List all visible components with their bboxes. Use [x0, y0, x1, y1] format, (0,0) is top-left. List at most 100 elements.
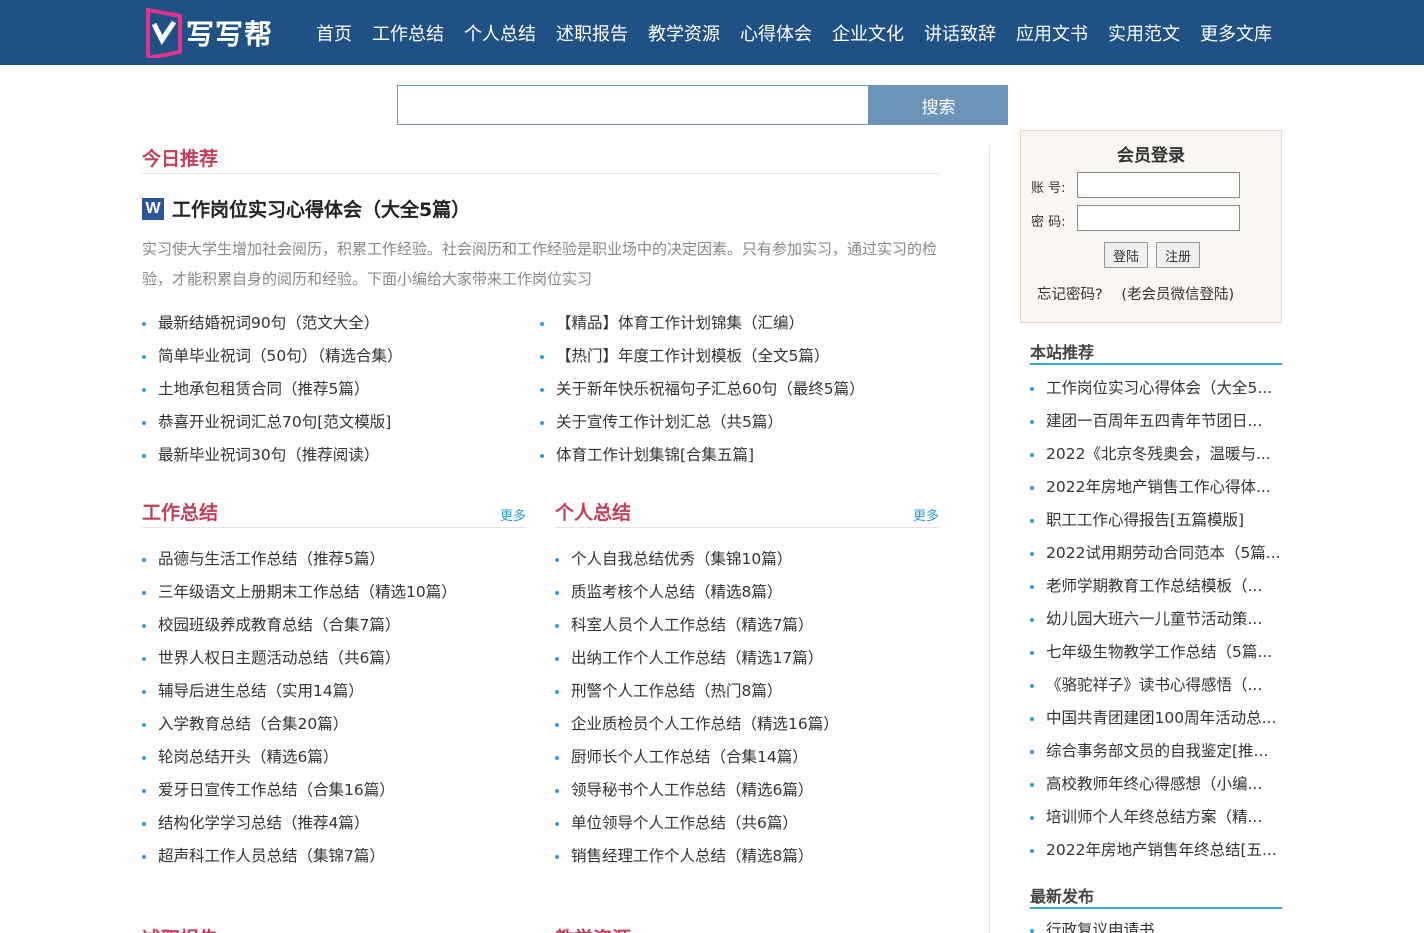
nav-work-summary[interactable]: 工作总结: [372, 20, 444, 46]
list-item[interactable]: 简单毕业祝词（50句）（精选合集）: [142, 340, 532, 373]
work-summary-title[interactable]: 工作总结: [142, 498, 218, 525]
list-item[interactable]: 三年级语文上册期末工作总结（精选10篇）: [142, 576, 526, 609]
site-recommend-list: 工作岗位实习心得体会（大全5... 建团一百周年五四青年节团日... 2022《…: [1030, 372, 1282, 867]
list-item[interactable]: 超声科工作人员总结（集锦7篇）: [142, 840, 526, 873]
list-item[interactable]: 爱牙日宣传工作总结（合集16篇）: [142, 774, 526, 807]
site-recommend-title: 本站推荐: [1030, 343, 1095, 362]
personal-summary-list: 个人自我总结优秀（集锦10篇） 质监考核个人总结（精选8篇） 科室人员个人工作总…: [555, 543, 939, 873]
list-item[interactable]: 出纳工作个人工作总结（精选17篇）: [555, 642, 939, 675]
today-header: 今日推荐: [142, 138, 939, 174]
featured-article[interactable]: W 工作岗位实习心得体会（大全5篇）: [142, 195, 470, 222]
account-input[interactable]: [1077, 172, 1240, 198]
site-logo[interactable]: 写写帮: [146, 6, 291, 59]
list-item[interactable]: 辅导后进生总结（实用14篇）: [142, 675, 526, 708]
list-item[interactable]: 个人自我总结优秀（集锦10篇）: [555, 543, 939, 576]
teaching-title[interactable]: 教学资源: [555, 924, 631, 933]
search-button[interactable]: 搜索: [869, 85, 1008, 125]
list-item[interactable]: 幼儿园大班六一儿童节活动策...: [1030, 603, 1282, 636]
list-item[interactable]: 2022年房地产销售工作心得体...: [1030, 471, 1282, 504]
list-item[interactable]: 关于新年快乐祝福句子汇总60句（最终5篇）: [540, 373, 939, 406]
list-item[interactable]: 行政复议申请书: [1030, 914, 1282, 933]
work-summary-more-link[interactable]: 更多: [500, 505, 526, 524]
list-item[interactable]: 结构化学学习总结（推荐4篇）: [142, 807, 526, 840]
personal-summary-more-link[interactable]: 更多: [913, 505, 939, 524]
list-item[interactable]: 入学教育总结（合集20篇）: [142, 708, 526, 741]
list-item[interactable]: 2022年房地产销售年终总结[五...: [1030, 834, 1282, 867]
list-item[interactable]: 品德与生活工作总结（推荐5篇）: [142, 543, 526, 576]
nav-documents[interactable]: 应用文书: [1016, 20, 1088, 46]
list-item[interactable]: 最新毕业祝词30句（推荐阅读）: [142, 439, 532, 472]
list-item[interactable]: 2022试用期劳动合同范本（5篇...: [1030, 537, 1282, 570]
nav-teaching[interactable]: 教学资源: [648, 20, 720, 46]
list-item[interactable]: 土地承包租赁合同（推荐5篇）: [142, 373, 532, 406]
nav-home[interactable]: 首页: [316, 20, 352, 46]
list-item[interactable]: 高校教师年终心得感想（小编...: [1030, 768, 1282, 801]
list-item[interactable]: 工作岗位实习心得体会（大全5...: [1030, 372, 1282, 405]
list-item[interactable]: 综合事务部文员的自我鉴定[推...: [1030, 735, 1282, 768]
list-item[interactable]: 世界人权日主题活动总结（共6篇）: [142, 642, 526, 675]
featured-title[interactable]: 工作岗位实习心得体会（大全5篇）: [172, 195, 470, 222]
list-item[interactable]: 老师学期教育工作总结模板（...: [1030, 570, 1282, 603]
today-list-right: 【精品】体育工作计划锦集（汇编） 【热门】年度工作计划模板（全文5篇） 关于新年…: [540, 307, 939, 472]
personal-summary-header: 个人总结 更多: [555, 492, 939, 528]
work-summary-section: 工作总结 更多 品德与生活工作总结（推荐5篇） 三年级语文上册期末工作总结（精选…: [142, 492, 526, 873]
list-item[interactable]: 七年级生物教学工作总结（5篇...: [1030, 636, 1282, 669]
register-button[interactable]: 注册: [1156, 242, 1200, 268]
main-nav: 首页 工作总结 个人总结 述职报告 教学资源 心得体会 企业文化 讲话致辞 应用…: [306, 0, 1282, 65]
personal-summary-section: 个人总结 更多 个人自我总结优秀（集锦10篇） 质监考核个人总结（精选8篇） 科…: [555, 492, 939, 873]
list-item[interactable]: 关于宣传工作计划汇总（共5篇）: [540, 406, 939, 439]
list-item[interactable]: 厨师长个人工作总结（合集14篇）: [555, 741, 939, 774]
today-list-left: 最新结婚祝词90句（范文大全） 简单毕业祝词（50句）（精选合集） 土地承包租赁…: [142, 307, 532, 472]
latest-header: 最新发布: [1030, 881, 1282, 909]
nav-duty-report[interactable]: 述职报告: [556, 20, 628, 46]
login-title: 会员登录: [1117, 146, 1185, 166]
main-content: 今日推荐 W 工作岗位实习心得体会（大全5篇） 实习使大学生增加社会阅历，积累工…: [142, 138, 939, 933]
list-item[interactable]: 校园班级养成教育总结（合集7篇）: [142, 609, 526, 642]
logo-icon: [146, 7, 182, 58]
list-item[interactable]: 科室人员个人工作总结（精选7篇）: [555, 609, 939, 642]
search-input[interactable]: [397, 85, 869, 125]
list-item[interactable]: 质监考核个人总结（精选8篇）: [555, 576, 939, 609]
site-recommend-header: 本站推荐: [1030, 337, 1282, 365]
list-item[interactable]: 培训师个人年终总结方案（精...: [1030, 801, 1282, 834]
nav-experience[interactable]: 心得体会: [740, 20, 812, 46]
list-item[interactable]: 【精品】体育工作计划锦集（汇编）: [540, 307, 939, 340]
wechat-login-link[interactable]: (老会员微信登陆): [1121, 287, 1234, 303]
password-label: 密 码:: [1031, 215, 1066, 230]
list-item[interactable]: 【热门】年度工作计划模板（全文5篇）: [540, 340, 939, 373]
list-item[interactable]: 恭喜开业祝词汇总70句[范文模版]: [142, 406, 532, 439]
list-item[interactable]: 销售经理工作个人总结（精选8篇）: [555, 840, 939, 873]
list-item[interactable]: 中国共青团建团100周年活动总...: [1030, 702, 1282, 735]
list-item[interactable]: 职工工作心得报告[五篇模版]: [1030, 504, 1282, 537]
list-item[interactable]: 2022《北京冬残奥会，温暖与...: [1030, 438, 1282, 471]
login-button[interactable]: 登陆: [1104, 242, 1148, 268]
list-item[interactable]: 刑警个人工作总结（热门8篇）: [555, 675, 939, 708]
password-input[interactable]: [1077, 205, 1240, 231]
logo-text: 写写帮: [186, 17, 274, 51]
list-item[interactable]: 最新结婚祝词90句（范文大全）: [142, 307, 532, 340]
list-item[interactable]: 《骆驼祥子》读书心得感悟（...: [1030, 669, 1282, 702]
duty-report-title[interactable]: 述职报告: [142, 924, 218, 933]
list-item[interactable]: 体育工作计划集锦[合集五篇]: [540, 439, 939, 472]
forgot-password-link[interactable]: 忘记密码?: [1037, 287, 1103, 303]
list-item[interactable]: 领导秘书个人工作总结（精选6篇）: [555, 774, 939, 807]
nav-culture[interactable]: 企业文化: [832, 20, 904, 46]
today-title: 今日推荐: [142, 148, 219, 170]
personal-summary-title[interactable]: 个人总结: [555, 498, 631, 525]
column-divider: [989, 145, 990, 933]
list-item[interactable]: 单位领导个人工作总结（共6篇）: [555, 807, 939, 840]
top-header: 写写帮 首页 工作总结 个人总结 述职报告 教学资源 心得体会 企业文化 讲话致…: [0, 0, 1424, 65]
login-panel: 会员登录 账 号: 密 码: 登陆 注册 忘记密码? (老会员微信登陆): [1020, 130, 1282, 323]
nav-speech[interactable]: 讲话致辞: [924, 20, 996, 46]
latest-title: 最新发布: [1030, 887, 1095, 906]
nav-personal-summary[interactable]: 个人总结: [464, 20, 536, 46]
list-item[interactable]: 轮岗总结开头（精选6篇）: [142, 741, 526, 774]
list-item[interactable]: 建团一百周年五四青年节团日...: [1030, 405, 1282, 438]
login-links: 忘记密码? (老会员微信登陆): [1037, 283, 1248, 304]
nav-templates[interactable]: 实用范文: [1108, 20, 1180, 46]
work-summary-header: 工作总结 更多: [142, 492, 526, 528]
account-label: 账 号:: [1031, 181, 1066, 196]
nav-more[interactable]: 更多文库: [1200, 20, 1272, 46]
word-doc-icon: W: [142, 197, 164, 220]
list-item[interactable]: 企业质检员个人工作总结（精选16篇）: [555, 708, 939, 741]
